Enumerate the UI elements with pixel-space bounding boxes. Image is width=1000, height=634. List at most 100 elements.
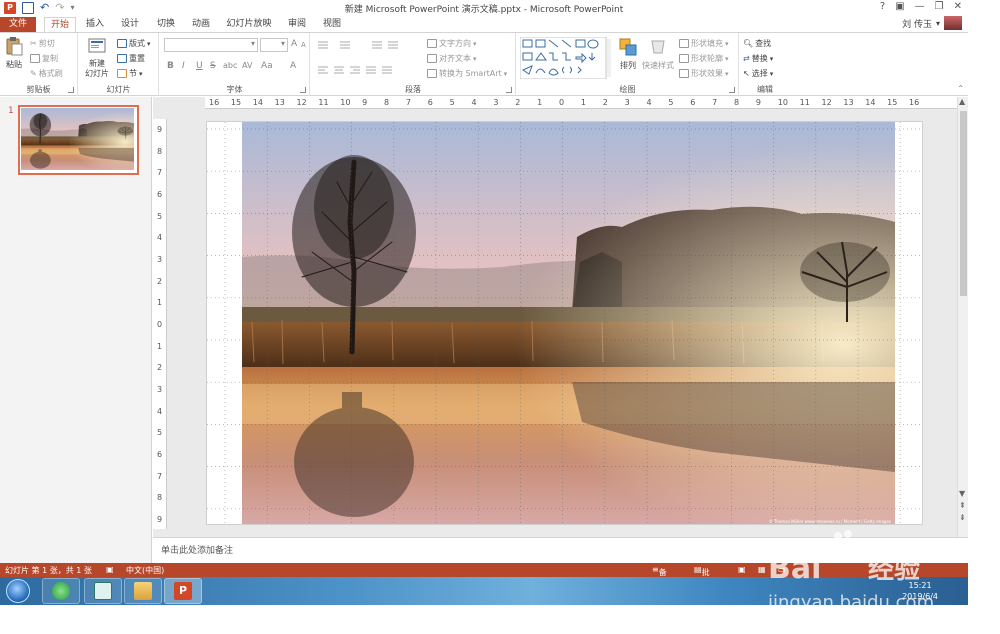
section-icon: [117, 69, 127, 78]
paragraph-launcher-icon[interactable]: [506, 87, 512, 93]
slide-thumbnail[interactable]: [18, 105, 139, 175]
tab-design[interactable]: 设计: [115, 17, 145, 32]
chevron-down-icon: ▾: [935, 18, 940, 28]
ruler-tick-label: 2: [515, 98, 521, 107]
tab-slideshow[interactable]: 幻灯片放映: [225, 17, 273, 32]
text-shadow-button[interactable]: abc: [223, 61, 237, 70]
reading-view-icon[interactable]: ▭: [778, 565, 786, 574]
font-color-button[interactable]: A: [290, 61, 296, 71]
help-button[interactable]: ?: [880, 1, 885, 12]
ruler-tick-label: 5: [157, 211, 163, 221]
quick-styles-icon: [651, 40, 665, 54]
user-account[interactable]: 刘 传玉 ▾: [902, 16, 962, 30]
ruler-tick-label: 7: [712, 98, 718, 107]
clock-time: 15:21: [908, 581, 932, 590]
previous-slide-icon[interactable]: ⇞: [959, 501, 966, 510]
system-clock[interactable]: 15:21 2019/6/4: [902, 580, 938, 602]
ruler-tick-label: 1: [157, 298, 163, 308]
new-slide-button[interactable]: 新建 幻灯片: [82, 36, 112, 79]
cursor-icon: ↖: [743, 69, 750, 78]
spellcheck-icon[interactable]: ▣: [106, 565, 114, 574]
slide-photo[interactable]: © Thomas Müller www.retsweies.ru / Momen…: [242, 122, 895, 525]
ruler-tick-label: 9: [157, 125, 163, 134]
format-painter-button[interactable]: ✎ 格式刷: [30, 68, 63, 79]
landscape-image: [242, 122, 895, 525]
shape-outline-button[interactable]: 形状轮廓 ▾: [679, 53, 729, 64]
bold-button[interactable]: B: [167, 61, 174, 71]
copy-button[interactable]: 复制: [30, 53, 58, 64]
slide-canvas[interactable]: © Thomas Müller www.retsweies.ru / Momen…: [206, 121, 923, 525]
align-text-button[interactable]: 对齐文本 ▾: [427, 53, 477, 64]
tab-insert[interactable]: 插入: [80, 17, 110, 32]
taskbar-explorer[interactable]: [124, 578, 162, 604]
find-button[interactable]: 🔍︎ 查找: [743, 38, 771, 49]
tab-transitions[interactable]: 切换: [151, 17, 181, 32]
start-button[interactable]: [6, 579, 30, 603]
shrink-font-button[interactable]: A: [301, 41, 306, 49]
arrange-icon: [619, 38, 637, 56]
language-status[interactable]: 中文(中国): [126, 565, 164, 576]
vertical-scrollbar[interactable]: ▲ ▼ ⇞ ⇟: [957, 97, 968, 537]
scroll-up-icon[interactable]: ▲: [959, 97, 965, 106]
ruler-tick-label: 2: [157, 363, 163, 373]
cut-button[interactable]: ✂ 剪切: [30, 38, 55, 49]
scroll-down-icon[interactable]: ▼: [959, 489, 965, 498]
italic-button[interactable]: I: [182, 61, 185, 71]
tab-home[interactable]: 开始: [44, 17, 76, 32]
font-size-combo[interactable]: [260, 38, 288, 52]
notes-pane[interactable]: 单击此处添加备注: [153, 537, 968, 561]
font-name-combo[interactable]: [164, 38, 258, 52]
replace-button[interactable]: ⇄ 替换 ▾: [743, 53, 773, 64]
arrange-button[interactable]: 排列: [617, 37, 639, 71]
text-direction-button[interactable]: 文字方向 ▾: [427, 38, 477, 49]
normal-view-icon[interactable]: ▣: [738, 565, 746, 574]
binoculars-icon: 🔍︎: [743, 39, 754, 48]
reset-button[interactable]: 重置: [117, 53, 145, 64]
minimize-button[interactable]: —: [915, 1, 925, 12]
ruler-tick-label: 1: [580, 98, 586, 107]
close-button[interactable]: ✕: [954, 1, 962, 12]
tab-file[interactable]: 文件: [0, 17, 36, 32]
ribbon-display-button[interactable]: ▣: [895, 1, 904, 12]
grow-font-button[interactable]: A: [291, 39, 297, 49]
scrollbar-thumb[interactable]: [960, 111, 967, 296]
slide-sorter-icon[interactable]: ▦: [758, 565, 766, 574]
char-spacing-button[interactable]: AV: [242, 61, 252, 70]
clipboard-launcher-icon[interactable]: [68, 87, 74, 93]
select-button[interactable]: ↖ 选择 ▾: [743, 68, 773, 79]
ruler-tick-label: 7: [157, 471, 163, 481]
group-label-paragraph: 段落: [405, 85, 421, 94]
quick-styles-button[interactable]: 快速样式: [641, 37, 675, 71]
underline-button[interactable]: U: [196, 61, 203, 71]
paste-button[interactable]: 粘贴: [3, 36, 25, 70]
group-label-drawing: 绘图: [619, 85, 636, 94]
font-launcher-icon[interactable]: [300, 87, 306, 93]
comments-toggle-button[interactable]: ▤ 批注: [694, 565, 710, 588]
shapes-gallery[interactable]: [520, 37, 612, 79]
group-font: A A B I U S abc AV Aa A 字体: [160, 33, 310, 96]
browser-icon: [52, 582, 70, 600]
tab-review[interactable]: 审阅: [282, 17, 312, 32]
taskbar-powerpoint[interactable]: P: [164, 578, 202, 604]
group-label-slides: 幻灯片: [106, 85, 131, 94]
smartart-button[interactable]: 转换为 SmartArt ▾: [427, 68, 507, 79]
section-button[interactable]: 节 ▾: [117, 68, 143, 79]
ruler-tick-label: 3: [157, 255, 163, 264]
window-title: 新建 Microsoft PowerPoint 演示文稿.pptx - Micr…: [344, 5, 624, 15]
shape-effects-button[interactable]: 形状效果 ▾: [679, 68, 729, 79]
shape-fill-button[interactable]: 形状填充 ▾: [679, 38, 729, 49]
taskbar-app[interactable]: [84, 578, 122, 604]
strikethrough-button[interactable]: S: [210, 61, 216, 71]
change-case-button[interactable]: Aa: [261, 61, 273, 71]
notes-toggle-button[interactable]: ≡ 备注: [652, 565, 667, 588]
tab-animations[interactable]: 动画: [186, 17, 216, 32]
restore-button[interactable]: ❐: [935, 1, 944, 12]
drawing-launcher-icon[interactable]: [729, 87, 735, 93]
ruler-tick-label: 16: [909, 98, 920, 107]
effects-icon: [679, 69, 689, 78]
tab-view[interactable]: 视图: [317, 17, 347, 32]
next-slide-icon[interactable]: ⇟: [959, 513, 966, 522]
layout-button[interactable]: 版式 ▾: [117, 38, 151, 49]
collapse-ribbon-icon[interactable]: ⌃: [957, 84, 964, 93]
taskbar-ie[interactable]: [42, 578, 80, 604]
